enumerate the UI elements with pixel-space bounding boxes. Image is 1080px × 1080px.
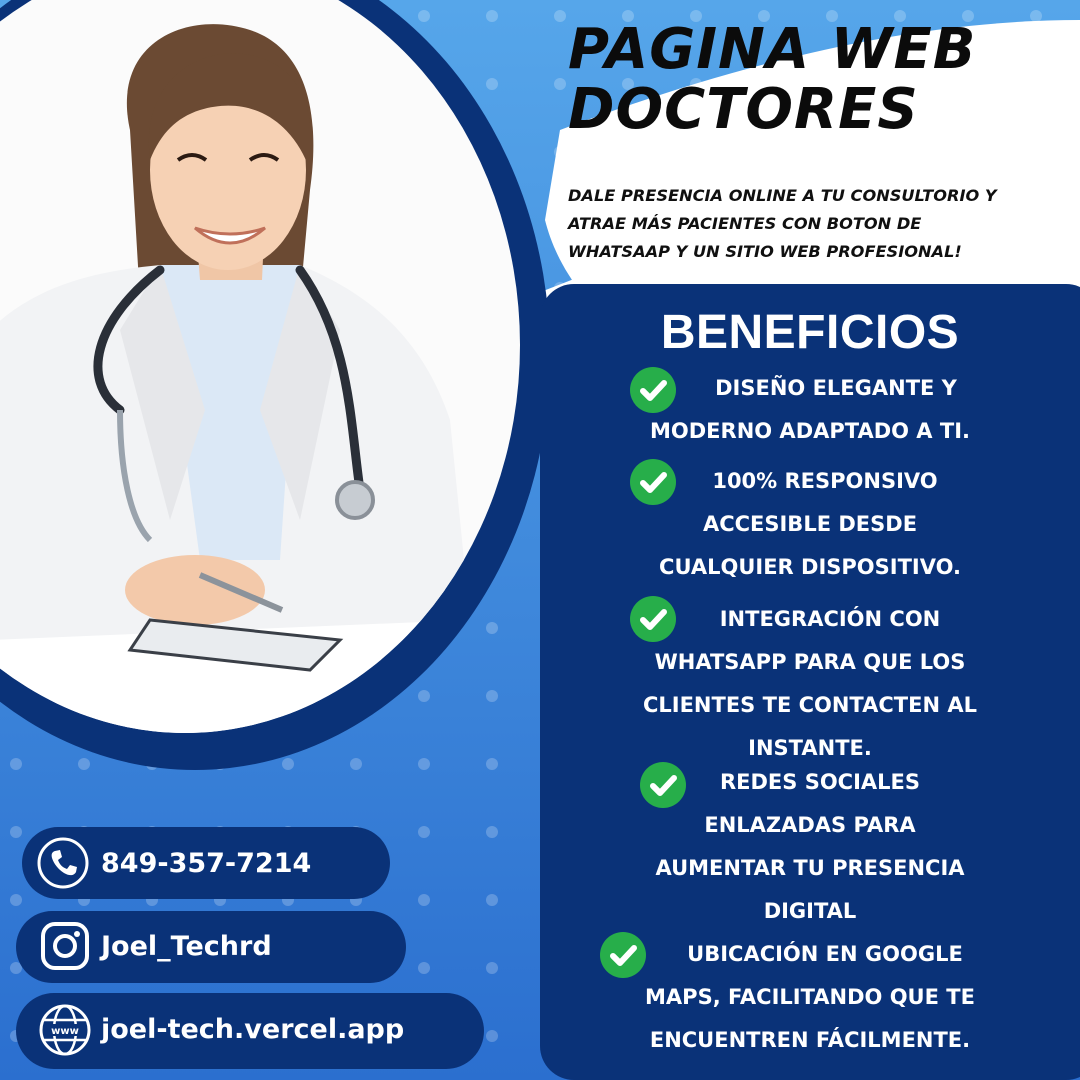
benefit-line: DISEÑO ELEGANTE Y	[715, 376, 957, 400]
benefit-line: CUALQUIER DISPOSITIVO.	[659, 555, 961, 579]
benefit-line: AUMENTAR TU PRESENCIA	[655, 856, 965, 880]
title-line-1: PAGINA WEB	[568, 17, 977, 82]
benefit-line: ENLAZADAS PARA	[704, 813, 916, 837]
benefit-line: 100% RESPONSIVO	[712, 469, 938, 493]
phone-number[interactable]: 849-357-7214	[101, 846, 311, 882]
subtitle-line-3: WHATSAAP Y UN SITIO WEB PROFESIONAL!	[568, 242, 962, 261]
benefit-line: UBICACIÓN EN GOOGLE	[687, 942, 963, 966]
benefit-line: ENCUENTREN FÁCILMENTE.	[649, 1028, 971, 1052]
benefit-item: DISEÑO ELEGANTE Y MODERNO ADAPTADO A TI.	[600, 367, 1020, 453]
benefit-line: MAPS, FACILITANDO QUE TE	[645, 985, 975, 1009]
benefit-line: CLIENTES TE CONTACTEN AL	[642, 693, 977, 717]
title-line-2: DOCTORES	[568, 77, 919, 142]
instagram-handle[interactable]: Joel_Techrd	[101, 929, 272, 965]
benefit-item: UBICACIÓN EN GOOGLE MAPS, FACILITANDO QU…	[600, 933, 1020, 1062]
benefit-line: REDES SOCIALES	[719, 770, 921, 794]
benefit-line: ACCESIBLE DESDE	[702, 512, 918, 536]
instagram-icon	[41, 922, 89, 970]
benefits-title: BENEFICIOS	[660, 306, 960, 359]
benefit-item: 100% RESPONSIVO ACCESIBLE DESDE CUALQUIE…	[600, 460, 1020, 589]
benefit-item: REDES SOCIALES ENLAZADAS PARA AUMENTAR T…	[600, 761, 1020, 933]
benefit-line: INSTANTE.	[748, 736, 872, 760]
subtitle-line-2: ATRAE MÁS PACIENTES CON BOTON DE	[568, 214, 922, 233]
page-title: PAGINA WEB DOCTORES	[568, 20, 1068, 140]
benefit-line: INTEGRACIÓN CON	[719, 607, 941, 631]
subtitle-line-1: DALE PRESENCIA ONLINE A TU CONSULTORIO Y	[568, 186, 997, 205]
benefit-line: WHATSAPP PARA QUE LOS	[654, 650, 966, 674]
globe-www-icon: www	[39, 1004, 91, 1056]
benefit-line: DIGITAL	[763, 899, 857, 923]
benefit-line: MODERNO ADAPTADO A TI.	[650, 419, 970, 443]
benefit-item: INTEGRACIÓN CON WHATSAPP PARA QUE LOS CL…	[600, 598, 1020, 770]
phone-icon	[37, 837, 89, 889]
website-url[interactable]: joel-tech.vercel.app	[101, 1012, 404, 1048]
svg-text:www: www	[51, 1026, 79, 1037]
page-subtitle: DALE PRESENCIA ONLINE A TU CONSULTORIO Y…	[568, 182, 1068, 266]
